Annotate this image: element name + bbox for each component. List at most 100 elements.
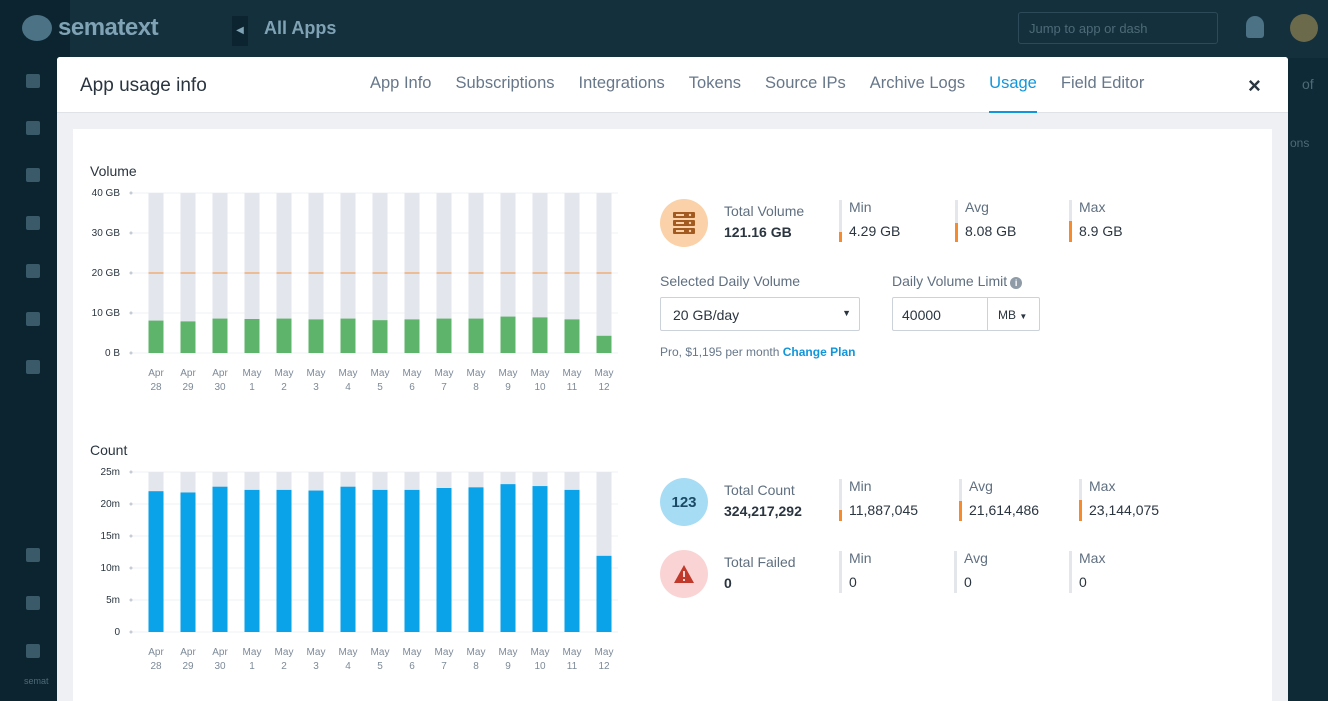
total-volume-title: Total Volume <box>724 203 805 219</box>
flag-icon[interactable] <box>26 312 40 326</box>
volume-x-tick-label-month: May <box>531 368 550 379</box>
volume-avg-label: Avg <box>965 199 989 215</box>
alert-icon[interactable] <box>26 264 40 278</box>
failed-max-value: 0 <box>1079 574 1087 590</box>
tab-source-ips[interactable]: Source IPs <box>765 57 846 113</box>
count-section-label: Count <box>90 442 128 458</box>
background-text: ons <box>1290 136 1310 150</box>
jump-to-search-input[interactable]: Jump to app or dash <box>1018 12 1218 44</box>
volume-y-tick-label: 30 GB <box>92 228 121 239</box>
volume-bar[interactable] <box>340 318 356 353</box>
limit-unit-dropdown[interactable]: MB ▼ <box>988 297 1040 331</box>
count-bar[interactable] <box>148 491 164 632</box>
close-icon[interactable]: × <box>1248 73 1261 99</box>
volume-bar[interactable] <box>308 319 324 353</box>
volume-bar[interactable] <box>436 318 452 353</box>
volume-tick-dot <box>129 271 133 275</box>
volume-bar[interactable] <box>372 320 388 353</box>
tab-field-editor[interactable]: Field Editor <box>1061 57 1144 113</box>
modal-title: App usage info <box>80 75 207 96</box>
volume-x-tick-label-day: 9 <box>505 382 511 393</box>
count-bar[interactable] <box>468 487 484 632</box>
dashboard-icon[interactable] <box>26 74 40 88</box>
background-text: of <box>1302 76 1314 92</box>
volume-bar[interactable] <box>500 316 516 353</box>
volume-bar[interactable] <box>532 317 548 353</box>
count-icon-text: 123 <box>671 493 697 511</box>
count-min-stat: Min 11,887,045 <box>839 479 918 521</box>
count-bar[interactable] <box>180 492 196 632</box>
count-avg-label: Avg <box>969 478 993 494</box>
bell-icon[interactable] <box>1246 16 1264 38</box>
volume-bar[interactable] <box>596 335 612 353</box>
volume-bar[interactable] <box>564 319 580 353</box>
volume-x-tick-label-day: 12 <box>598 382 610 393</box>
daily-volume-select[interactable]: 20 GB/day ▼ <box>660 297 860 331</box>
count-bar[interactable] <box>596 555 612 632</box>
tab-usage[interactable]: Usage <box>989 57 1037 113</box>
tab-archive-logs[interactable]: Archive Logs <box>870 57 965 113</box>
count-icon: 123 <box>660 478 708 526</box>
total-failed-title: Total Failed <box>724 554 796 570</box>
volume-x-tick-label-day: 1 <box>249 382 255 393</box>
count-bar[interactable] <box>532 486 548 632</box>
volume-x-tick-label-month: May <box>499 368 518 379</box>
inbox-icon[interactable] <box>26 121 40 135</box>
count-bar[interactable] <box>212 486 228 632</box>
failed-max-stat: Max 0 <box>1069 551 1105 593</box>
tab-tokens[interactable]: Tokens <box>689 57 741 113</box>
info-icon[interactable]: i <box>1010 277 1023 289</box>
volume-bar[interactable] <box>404 319 420 353</box>
volume-avg-value: 8.08 GB <box>965 223 1017 239</box>
count-y-tick-label: 5m <box>106 595 120 606</box>
octopus-logo-icon <box>22 15 52 41</box>
count-x-tick-label-month: May <box>467 647 486 658</box>
count-bar[interactable] <box>244 489 260 632</box>
count-bar[interactable] <box>564 489 580 632</box>
volume-bar[interactable] <box>468 318 484 353</box>
volume-x-tick-label-month: May <box>243 368 262 379</box>
puzzle-icon[interactable] <box>26 360 40 374</box>
tab-subscriptions[interactable]: Subscriptions <box>455 57 554 113</box>
limit-unit-value: MB <box>998 308 1016 322</box>
count-max-value: 23,144,075 <box>1089 502 1160 518</box>
count-bar[interactable] <box>276 489 292 632</box>
send-icon[interactable] <box>26 548 40 562</box>
volume-bar[interactable] <box>148 320 164 353</box>
page-title: All Apps <box>264 18 337 38</box>
daily-volume-limit-input[interactable]: 40000 <box>892 297 988 331</box>
total-volume-value: 121.16 GB <box>724 224 792 240</box>
count-bar[interactable] <box>436 488 452 632</box>
volume-x-tick-label-month: Apr <box>180 368 196 379</box>
daily-volume-limit-label-row: Daily Volume Limit i <box>892 273 1023 289</box>
volume-max-value: 8.9 GB <box>1079 223 1123 239</box>
count-x-tick-label-month: Apr <box>148 647 164 658</box>
tab-integrations[interactable]: Integrations <box>579 57 665 113</box>
tab-app-info[interactable]: App Info <box>370 57 431 113</box>
volume-bar[interactable] <box>276 318 292 353</box>
count-bar[interactable] <box>500 484 516 632</box>
count-bar[interactable] <box>308 490 324 632</box>
collapse-sidebar-icon[interactable]: ◀ <box>232 16 248 46</box>
count-bar[interactable] <box>372 489 388 632</box>
volume-x-tick-label-day: 29 <box>182 382 194 393</box>
volume-x-tick-label-day: 3 <box>313 382 319 393</box>
count-x-tick-label-month: Apr <box>212 647 228 658</box>
globe-icon[interactable] <box>26 596 40 610</box>
selected-daily-volume-label: Selected Daily Volume <box>660 273 801 289</box>
volume-bar[interactable] <box>212 318 228 353</box>
list-icon[interactable] <box>26 216 40 230</box>
volume-bar[interactable] <box>180 321 196 353</box>
avatar[interactable] <box>1290 14 1318 42</box>
count-x-tick-label-day: 30 <box>214 661 226 672</box>
count-bar[interactable] <box>404 489 420 632</box>
volume-section-label: Volume <box>90 163 137 179</box>
count-bar[interactable] <box>340 486 356 632</box>
count-min-marker <box>839 510 842 521</box>
change-plan-link[interactable]: Change Plan <box>783 345 856 359</box>
modal-header: App usage info App Info Subscriptions Inte… <box>57 57 1288 113</box>
chart-icon[interactable] <box>26 168 40 182</box>
volume-bar[interactable] <box>244 319 260 353</box>
volume-x-tick-label-month: May <box>371 368 390 379</box>
user-icon[interactable] <box>26 644 40 658</box>
